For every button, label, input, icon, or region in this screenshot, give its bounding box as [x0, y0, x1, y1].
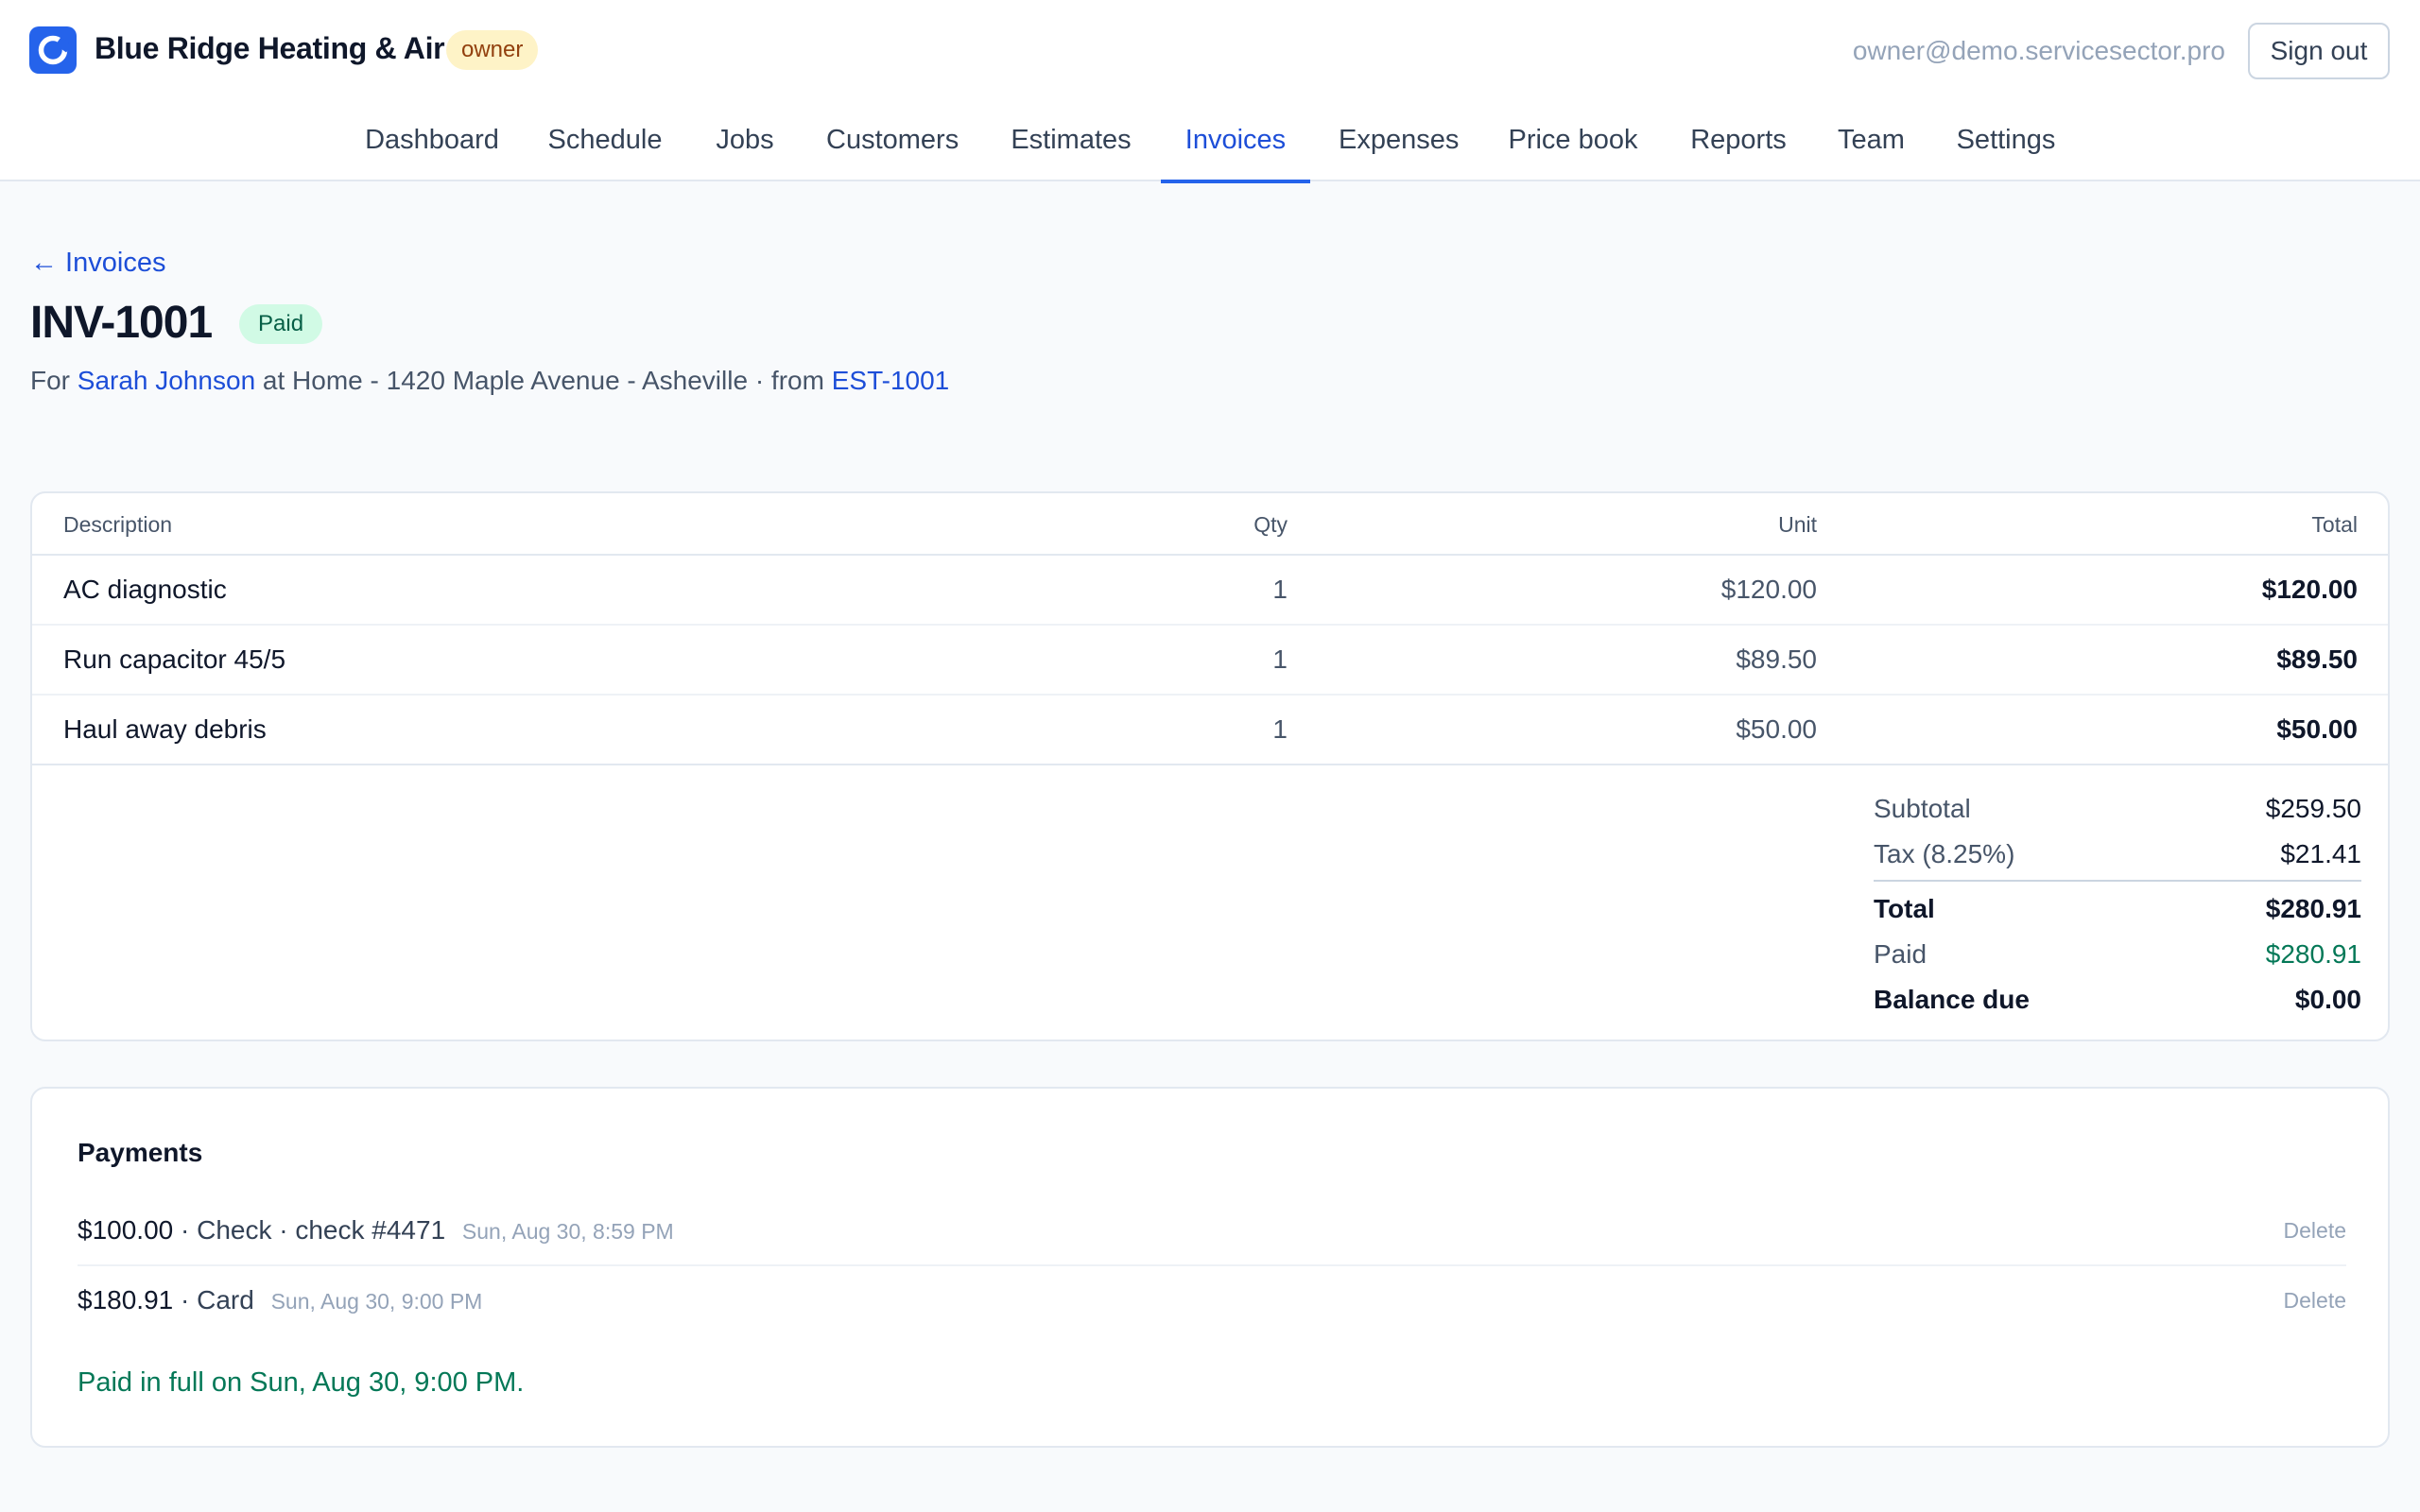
- main-nav: Dashboard Schedule Jobs Customers Estima…: [0, 112, 2420, 183]
- payment-detail: · Check · check #4471: [173, 1215, 446, 1245]
- payment-row: $100.00 · Check · check #4471 Sun, Aug 3…: [78, 1196, 2346, 1266]
- subtotal-label: Subtotal: [1874, 794, 1971, 823]
- role-badge: owner: [446, 30, 539, 70]
- column-header-qty: Qty: [1253, 512, 1288, 537]
- top-header: Blue Ridge Heating & Air owner owner@dem…: [0, 0, 2420, 183]
- nav-item-reports[interactable]: Reports: [1689, 112, 1788, 181]
- payment-time: Sun, Aug 30, 8:59 PM: [461, 1219, 674, 1244]
- total-label: Total: [1874, 894, 1935, 923]
- tax-value: $21.41: [2280, 839, 2361, 868]
- nav-item-price-book[interactable]: Price book: [1508, 112, 1638, 181]
- totals-divider: [1874, 880, 2361, 882]
- balance-due-row: Balance due $0.00: [1874, 985, 2361, 1022]
- nav-item-expenses[interactable]: Expenses: [1339, 112, 1459, 181]
- delete-payment-button[interactable]: Delete: [2284, 1288, 2346, 1314]
- paid-label: Paid: [1874, 939, 1927, 969]
- nav-item-dashboard[interactable]: Dashboard: [363, 112, 501, 181]
- delete-payment-button[interactable]: Delete: [2284, 1218, 2346, 1244]
- total-value: $280.91: [2265, 894, 2361, 923]
- line-items-card: Description Qty Unit Total AC diagnostic…: [30, 491, 2390, 1041]
- user-email: owner@demo.servicesector.pro: [1852, 36, 2225, 65]
- nav-item-invoices[interactable]: Invoices: [1161, 112, 1310, 183]
- item-unit-price: $89.50: [1736, 644, 1817, 674]
- item-qty: 1: [1272, 714, 1288, 744]
- nav-item-team[interactable]: Team: [1838, 112, 1905, 181]
- location-text: at Home - 1420 Maple Avenue - Asheville …: [262, 366, 824, 395]
- paid-row: Paid $280.91: [1874, 939, 2361, 977]
- payment-amount: $100.00: [78, 1215, 174, 1245]
- payment-info: $180.91 · Card Sun, Aug 30, 9:00 PM: [78, 1285, 482, 1315]
- item-description: Haul away debris: [63, 714, 267, 744]
- invoice-subtitle: For Sarah Johnson at Home - 1420 Maple A…: [30, 366, 949, 396]
- column-header-unit: Unit: [1778, 512, 1817, 537]
- item-qty: 1: [1272, 644, 1288, 674]
- page-title: INV-1001: [30, 298, 213, 348]
- column-header-description: Description: [63, 512, 173, 537]
- payment-row: $180.91 · Card Sun, Aug 30, 9:00 PM Dele…: [78, 1266, 2346, 1336]
- nav-item-jobs[interactable]: Jobs: [715, 112, 775, 181]
- subtitle-prefix: For: [30, 366, 70, 395]
- totals-summary: Subtotal $259.50 Tax (8.25%) $21.41 Tota…: [1874, 493, 2388, 1040]
- item-description: AC diagnostic: [63, 575, 227, 604]
- customer-link[interactable]: Sarah Johnson: [78, 366, 255, 395]
- brand-logo-icon[interactable]: [29, 26, 77, 74]
- payment-amount: $180.91: [78, 1285, 174, 1314]
- nav-item-schedule[interactable]: Schedule: [547, 112, 663, 181]
- item-qty: 1: [1272, 575, 1288, 604]
- subtotal-row: Subtotal $259.50: [1874, 794, 2361, 832]
- payments-card: Payments $100.00 · Check · check #4471 S…: [30, 1087, 2390, 1448]
- payment-info: $100.00 · Check · check #4471 Sun, Aug 3…: [78, 1215, 674, 1246]
- item-description: Run capacitor 45/5: [63, 644, 286, 674]
- nav-item-settings[interactable]: Settings: [1956, 112, 2056, 181]
- subtotal-value: $259.50: [2265, 794, 2361, 823]
- tax-row: Tax (8.25%) $21.41: [1874, 839, 2361, 877]
- payment-time: Sun, Aug 30, 9:00 PM: [270, 1289, 483, 1314]
- nav-item-estimates[interactable]: Estimates: [1011, 112, 1132, 181]
- back-to-invoices-link[interactable]: ← Invoices: [30, 248, 165, 279]
- estimate-link[interactable]: EST-1001: [832, 366, 950, 395]
- tax-label: Tax (8.25%): [1874, 839, 2015, 868]
- paid-value: $280.91: [2265, 939, 2361, 969]
- nav-item-customers[interactable]: Customers: [826, 112, 959, 181]
- balance-due-label: Balance due: [1874, 985, 2030, 1014]
- payments-title: Payments: [78, 1138, 203, 1167]
- sign-out-button[interactable]: Sign out: [2248, 23, 2390, 79]
- item-unit-price: $120.00: [1720, 575, 1817, 604]
- status-badge: Paid: [239, 304, 323, 344]
- payment-detail: · Card: [173, 1285, 254, 1314]
- item-unit-price: $50.00: [1736, 714, 1817, 744]
- total-row: Total $280.91: [1874, 894, 2361, 932]
- balance-due-value: $0.00: [2294, 985, 2361, 1014]
- paid-in-full-message: Paid in full on Sun, Aug 30, 9:00 PM.: [78, 1367, 525, 1398]
- brand-name[interactable]: Blue Ridge Heating & Air: [95, 31, 445, 66]
